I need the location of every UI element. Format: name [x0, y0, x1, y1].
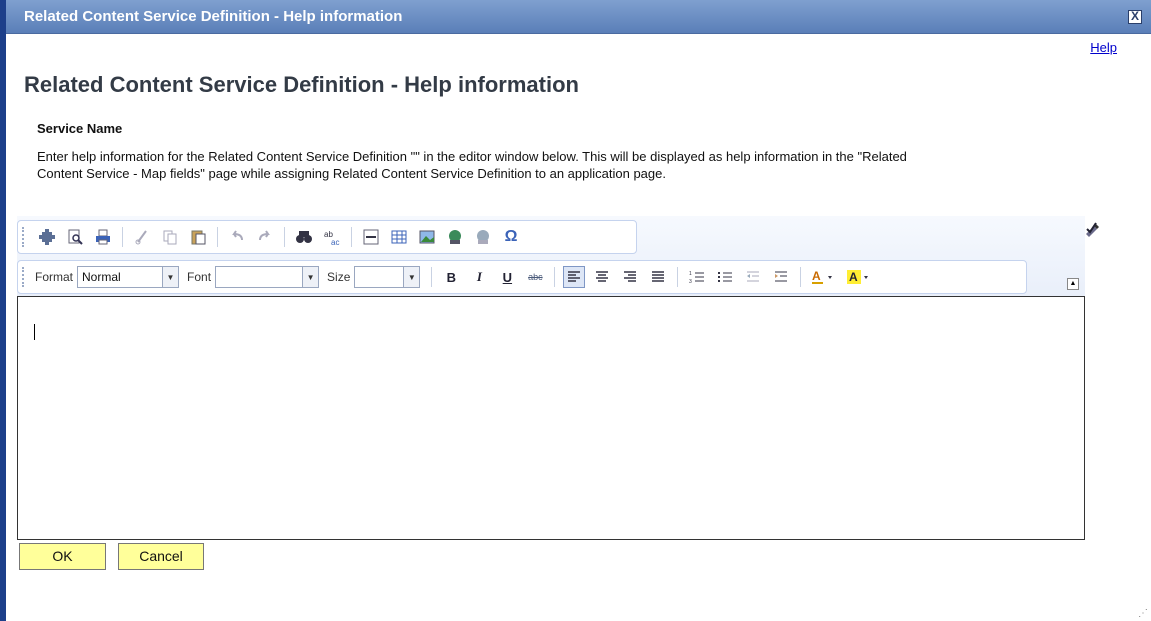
outdent-icon[interactable]	[742, 266, 764, 288]
svg-text:A: A	[812, 269, 821, 283]
toolbar-separator	[217, 227, 218, 247]
help-dialog: Related Content Service Definition - Hel…	[0, 0, 1151, 621]
table-icon[interactable]	[388, 226, 410, 248]
toolbar-separator	[554, 267, 556, 287]
toolbar-grip[interactable]	[22, 227, 27, 247]
toolbar-row-1: ab ac Ω	[17, 220, 637, 254]
toolbar-separator	[351, 227, 352, 247]
font-label: Font	[187, 270, 212, 284]
rich-text-editor[interactable]	[17, 296, 1085, 540]
chevron-down-icon[interactable]: ▼	[403, 267, 420, 287]
editor-toolbar: ab ac Ω Format Normal ▼ Font ▼ Size ▼ B …	[17, 216, 1085, 296]
unlink-icon[interactable]	[472, 226, 494, 248]
svg-text:1: 1	[689, 271, 692, 277]
toolbar-separator	[677, 267, 679, 287]
toolbar-row-2: Format Normal ▼ Font ▼ Size ▼ B I U abc	[17, 260, 1027, 294]
align-left-icon[interactable]	[563, 266, 586, 288]
instructions-text: Enter help information for the Related C…	[37, 149, 907, 181]
toolbar-separator	[284, 227, 285, 247]
text-color-icon[interactable]: A	[809, 266, 839, 288]
spellcheck-pen-icon[interactable]	[1083, 220, 1103, 240]
toolbar-separator	[431, 267, 433, 287]
bold-button[interactable]: B	[440, 266, 462, 288]
underline-button[interactable]: U	[496, 266, 518, 288]
svg-text:A: A	[849, 270, 858, 284]
align-center-icon[interactable]	[591, 266, 613, 288]
find-icon[interactable]	[293, 226, 315, 248]
chevron-down-icon[interactable]: ▼	[302, 267, 319, 287]
source-icon[interactable]	[36, 226, 58, 248]
copy-icon[interactable]	[159, 226, 181, 248]
chevron-down-icon[interactable]: ▼	[162, 267, 179, 287]
align-right-icon[interactable]	[619, 266, 641, 288]
toolbar-grip[interactable]	[22, 267, 27, 287]
image-icon[interactable]	[416, 226, 438, 248]
format-label: Format	[35, 270, 74, 284]
ok-button[interactable]: OK	[19, 543, 106, 570]
svg-text:ac: ac	[331, 238, 339, 246]
resize-grip-icon[interactable]: ⋰	[1138, 608, 1148, 619]
bullet-list-icon[interactable]	[714, 266, 736, 288]
undo-icon[interactable]	[226, 226, 248, 248]
format-select[interactable]: Normal ▼	[77, 266, 180, 288]
print-icon[interactable]	[92, 226, 114, 248]
size-select[interactable]: ▼	[354, 266, 421, 288]
horizontal-rule-icon[interactable]	[360, 226, 382, 248]
window-left-border	[0, 0, 6, 621]
cancel-button[interactable]: Cancel	[118, 543, 204, 570]
collapse-toolbar-button[interactable]: ▲	[1067, 278, 1079, 290]
strikethrough-button[interactable]: abc	[524, 266, 546, 288]
toolbar-separator	[122, 227, 123, 247]
paste-icon[interactable]	[187, 226, 209, 248]
background-color-icon[interactable]: A	[845, 266, 875, 288]
format-value: Normal	[82, 270, 121, 284]
cut-icon[interactable]	[131, 226, 153, 248]
link-icon[interactable]	[444, 226, 466, 248]
close-button[interactable]: X	[1128, 10, 1142, 24]
indent-icon[interactable]	[770, 266, 792, 288]
service-name-label: Service Name	[37, 121, 123, 136]
justify-icon[interactable]	[647, 266, 669, 288]
text-caret	[34, 324, 35, 340]
toolbar-separator	[800, 267, 802, 287]
special-character-icon[interactable]: Ω	[500, 226, 522, 248]
preview-icon[interactable]	[64, 226, 86, 248]
page-title: Related Content Service Definition - Hel…	[24, 72, 579, 97]
size-label: Size	[327, 270, 351, 284]
numbered-list-icon[interactable]: 13	[686, 266, 708, 288]
replace-icon[interactable]: ab ac	[321, 226, 343, 248]
help-link[interactable]: Help	[1090, 40, 1117, 55]
svg-text:3: 3	[689, 279, 692, 285]
window-title: Related Content Service Definition - Hel…	[24, 8, 403, 25]
title-bar: Related Content Service Definition - Hel…	[0, 0, 1151, 34]
redo-icon[interactable]	[254, 226, 276, 248]
font-select[interactable]: ▼	[215, 266, 320, 288]
italic-button[interactable]: I	[468, 266, 490, 288]
